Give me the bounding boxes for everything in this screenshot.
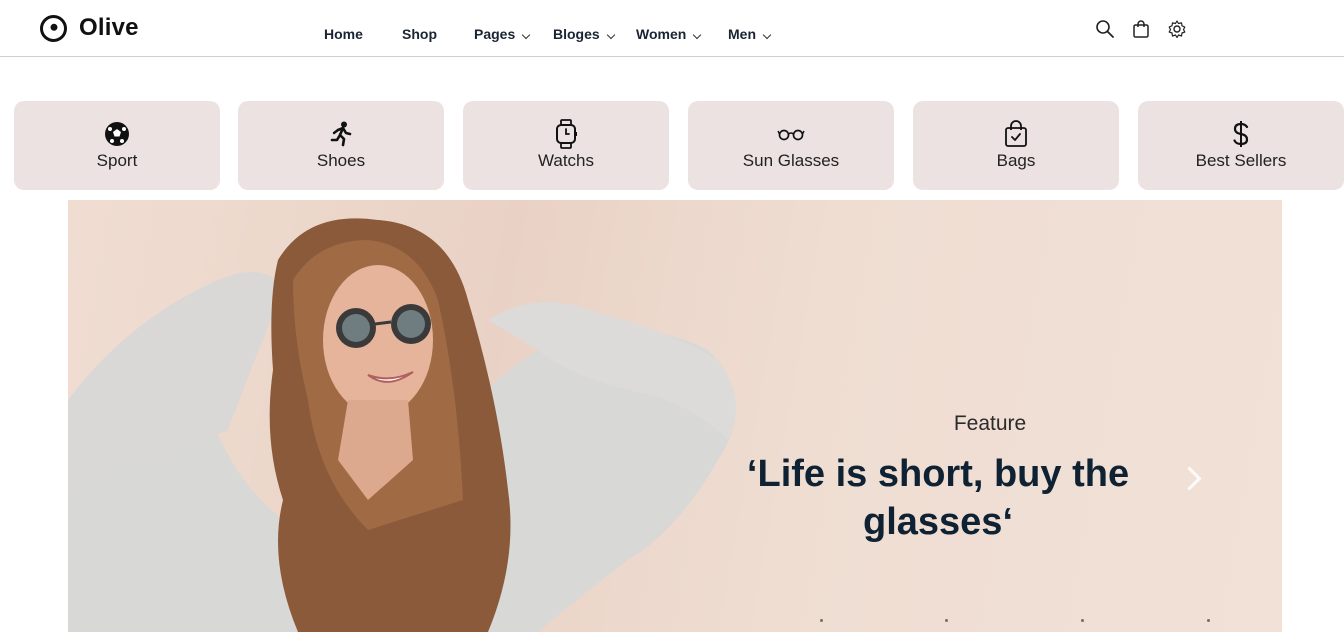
nav-women-label: Women	[636, 26, 687, 42]
nav-pages-label: Pages	[474, 26, 516, 42]
nav-women[interactable]: Women	[636, 26, 702, 42]
nav-bloges-label: Bloges	[553, 26, 600, 42]
chevron-right-icon[interactable]	[1177, 466, 1202, 491]
category-label: Shoes	[316, 150, 366, 170]
chevron-down-icon	[522, 30, 531, 40]
brand-name: Olive	[79, 14, 139, 41]
category-label: Sport	[96, 150, 138, 170]
carousel-dot[interactable]	[1207, 619, 1210, 622]
category-label: Sun Glasses	[742, 150, 840, 170]
category-sun-glasses[interactable]: Sun Glasses	[688, 101, 894, 190]
nav-men[interactable]: Men	[728, 26, 772, 42]
nav-home-label: Home	[324, 26, 363, 42]
category-label: Watchs	[537, 150, 595, 170]
banner-headline: ‘Life is short, buy the glasses‘	[746, 453, 1130, 543]
carousel-dot[interactable]	[945, 619, 948, 622]
carousel-dot[interactable]	[1081, 619, 1084, 622]
dollar-icon	[1232, 120, 1250, 147]
settings-icon[interactable]	[1166, 18, 1188, 40]
bag-check-icon	[1004, 119, 1028, 147]
nav-shop[interactable]: Shop	[402, 26, 437, 42]
carousel-dot[interactable]	[820, 619, 823, 622]
banner-eyebrow: Feature	[953, 412, 1027, 435]
category-watchs[interactable]: Watchs	[463, 101, 669, 190]
nav-pages[interactable]: Pages	[474, 26, 531, 42]
nav-men-label: Men	[728, 26, 756, 42]
category-best-sellers[interactable]: Best Sellers	[1138, 101, 1344, 190]
site-header: Olive Home Shop Pages Bloges Women Men	[0, 0, 1344, 57]
hero-image	[68, 218, 736, 632]
chevron-down-icon	[606, 30, 615, 40]
watch-icon	[554, 118, 578, 149]
hero-banner: Feature ‘Life is short, buy the glasses‘	[68, 200, 1282, 632]
category-shoes[interactable]: Shoes	[238, 101, 444, 190]
nav-bloges[interactable]: Bloges	[553, 26, 615, 42]
chevron-down-icon	[762, 30, 772, 40]
category-label: Bags	[996, 150, 1036, 170]
header-actions	[1094, 18, 1188, 40]
category-label: Best Sellers	[1195, 150, 1287, 170]
category-sport[interactable]: Sport	[14, 101, 220, 190]
glasses-icon	[777, 121, 805, 147]
shopping-bag-icon[interactable]	[1130, 18, 1152, 40]
search-icon[interactable]	[1094, 18, 1116, 40]
logo[interactable]: Olive	[40, 14, 139, 42]
category-bags[interactable]: Bags	[913, 101, 1119, 190]
nav-home[interactable]: Home	[324, 26, 363, 42]
soccer-ball-icon	[104, 121, 130, 147]
chevron-down-icon	[693, 30, 702, 40]
logo-mark-icon	[40, 14, 67, 42]
running-person-icon	[329, 121, 353, 147]
nav-shop-label: Shop	[402, 26, 437, 42]
